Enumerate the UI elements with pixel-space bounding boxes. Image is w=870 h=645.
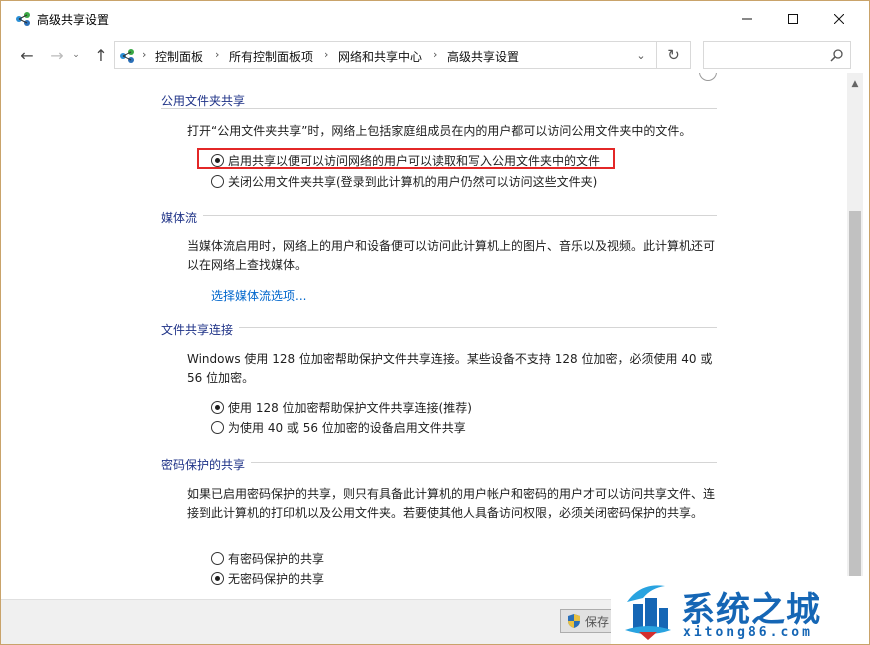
back-button[interactable]: ←	[17, 45, 37, 65]
scrollbar-thumb[interactable]	[849, 211, 861, 581]
watermark-url: xitong86.com	[683, 625, 813, 640]
network-app-icon	[16, 12, 30, 26]
section-divider	[161, 215, 717, 216]
section-heading-text: 文件共享连接	[161, 323, 240, 337]
close-icon	[834, 14, 844, 24]
breadcrumb-separator: ›	[142, 48, 147, 61]
refresh-button[interactable]: ↻	[657, 41, 691, 69]
chevron-down-icon: ⌄	[72, 50, 80, 60]
section-heading-text: 公用文件夹共享	[161, 94, 252, 108]
radio-label: 启用共享以便可以访问网络的用户可以读取和写入公用文件夹中的文件	[228, 154, 601, 168]
radio-button[interactable]	[211, 552, 224, 565]
recent-locations-button[interactable]: ⌄	[69, 45, 83, 65]
radio-button-checked[interactable]	[211, 572, 224, 585]
section-heading-password-sharing: 密码保护的共享	[161, 456, 252, 473]
breadcrumb-separator: ›	[215, 48, 220, 61]
section-heading-text: 媒体流	[161, 211, 204, 225]
watermark-overlay: 系统之城 xitong86.com	[611, 576, 869, 644]
maximize-icon	[788, 14, 798, 24]
window-title: 高级共享设置	[37, 13, 110, 27]
search-input[interactable]	[703, 41, 851, 69]
radio-disable-public-sharing[interactable]: 关闭公用文件夹共享(登录到此计算机的用户仍然可以访问这些文件夹)	[211, 173, 597, 190]
radio-128bit-encryption[interactable]: 使用 128 位加密帮助保护文件共享连接(推荐)	[211, 399, 472, 416]
radio-no-password[interactable]: 无密码保护的共享	[211, 570, 324, 587]
settings-content: 公用文件夹共享 打开“公用文件夹共享”时，网络上包括家庭组成员在内的用户都可以访…	[1, 73, 847, 641]
radio-button-checked[interactable]	[211, 401, 224, 414]
collapse-section-icon[interactable]	[699, 73, 717, 81]
radio-label: 为使用 40 或 56 位加密的设备启用文件共享	[228, 421, 466, 435]
up-button[interactable]: ↑	[91, 45, 111, 65]
scroll-up-icon[interactable]: ▲	[847, 79, 863, 91]
castle-logo-icon	[625, 585, 671, 640]
section-heading-file-sharing: 文件共享连接	[161, 321, 240, 338]
forward-button[interactable]: →	[47, 45, 67, 65]
public-folder-description: 打开“公用文件夹共享”时，网络上包括家庭组成员在内的用户都可以访问公用文件夹中的…	[187, 124, 692, 138]
radio-label: 有密码保护的共享	[228, 552, 325, 566]
search-icon	[830, 49, 843, 62]
minimize-button[interactable]	[724, 1, 770, 37]
breadcrumb-control-panel[interactable]: 控制面板	[155, 48, 203, 65]
breadcrumb-advanced-sharing[interactable]: 高级共享设置	[447, 48, 519, 65]
forward-arrow-icon: →	[50, 45, 64, 65]
address-dropdown-button[interactable]: ⌄	[631, 41, 651, 69]
section-divider	[161, 108, 717, 109]
breadcrumb-separator: ›	[433, 48, 438, 61]
password-sharing-description: 如果已启用密码保护的共享，则只有具备此计算机的用户帐户和密码的用户才可以访问共享…	[187, 487, 716, 520]
advanced-sharing-window: 高级共享设置 ← → ⌄ ↑ › 控制面板 › 所有控制面板项 › 网络和共享中…	[0, 0, 870, 645]
chevron-down-icon: ⌄	[636, 48, 646, 62]
minimize-icon	[742, 18, 752, 20]
section-heading-text: 密码保护的共享	[161, 458, 252, 472]
breadcrumb-separator: ›	[324, 48, 329, 61]
title-bar: 高级共享设置	[1, 1, 869, 37]
radio-label: 无密码保护的共享	[228, 572, 325, 586]
breadcrumb-network-center[interactable]: 网络和共享中心	[338, 48, 422, 65]
section-heading-media-streaming: 媒体流	[161, 209, 204, 226]
radio-button[interactable]	[211, 175, 224, 188]
save-button-label: 保存	[585, 614, 610, 629]
address-bar[interactable]: › 控制面板 › 所有控制面板项 › 网络和共享中心 › 高级共享设置	[114, 41, 657, 69]
radio-enable-public-sharing[interactable]: 启用共享以便可以访问网络的用户可以读取和写入公用文件夹中的文件	[211, 152, 600, 169]
media-streaming-description: 当媒体流启用时，网络上的用户和设备便可以访问此计算机上的图片、音乐以及视频。此计…	[187, 239, 716, 272]
back-arrow-icon: ←	[20, 45, 34, 65]
breadcrumb-all-items[interactable]: 所有控制面板项	[229, 48, 313, 65]
media-streaming-options-link[interactable]: 选择媒体流选项...	[211, 287, 306, 304]
radio-button[interactable]	[211, 421, 224, 434]
network-location-icon	[120, 49, 134, 63]
maximize-button[interactable]	[770, 1, 816, 37]
file-sharing-description: Windows 使用 128 位加密帮助保护文件共享连接。某些设备不支持 128…	[187, 352, 713, 385]
radio-40-56bit-encryption[interactable]: 为使用 40 或 56 位加密的设备启用文件共享	[211, 419, 466, 436]
refresh-icon: ↻	[667, 46, 680, 64]
close-button[interactable]	[816, 1, 862, 37]
watermark-title: 系统之城	[681, 590, 821, 630]
section-heading-public-folder: 公用文件夹共享	[161, 92, 252, 109]
navigation-bar: ← → ⌄ ↑ › 控制面板 › 所有控制面板项 › 网络和共享中心 › 高级共…	[1, 37, 869, 73]
radio-label: 使用 128 位加密帮助保护文件共享连接(推荐)	[228, 401, 472, 415]
section-divider	[161, 327, 717, 328]
radio-password-protected[interactable]: 有密码保护的共享	[211, 550, 324, 567]
vertical-scrollbar[interactable]: ▲	[847, 73, 863, 583]
uac-shield-icon	[568, 614, 580, 628]
radio-label: 关闭公用文件夹共享(登录到此计算机的用户仍然可以访问这些文件夹)	[228, 175, 598, 189]
radio-button-checked[interactable]	[211, 154, 224, 167]
up-arrow-icon: ↑	[94, 45, 108, 65]
